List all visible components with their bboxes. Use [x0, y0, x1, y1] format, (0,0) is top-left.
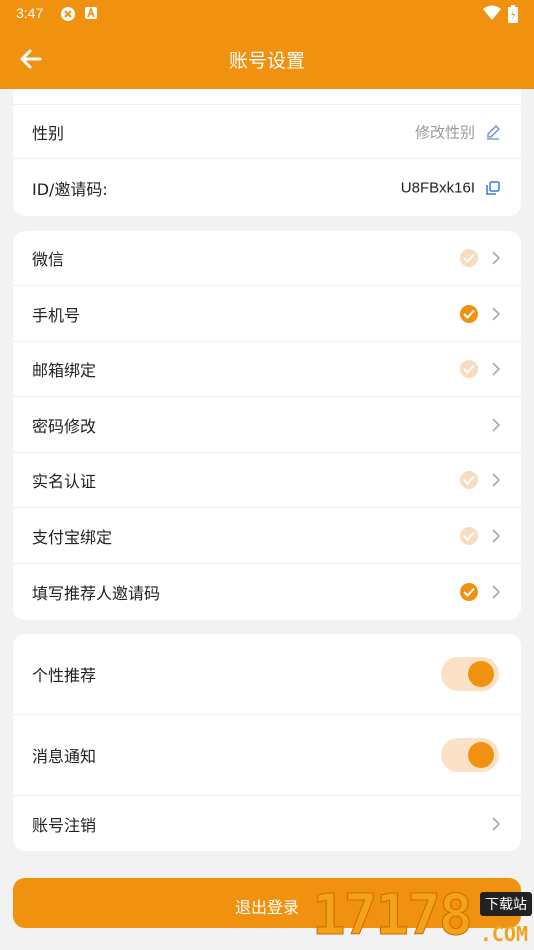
personal-recommend-label: 个性推荐 — [32, 666, 97, 685]
binding-label: 密码修改 — [32, 416, 97, 436]
check-icon — [460, 526, 478, 545]
notifications-toggle[interactable] — [441, 738, 499, 772]
status-time: 3:47 — [16, 5, 44, 21]
notifications-label: 消息通知 — [32, 747, 97, 766]
chevron-right-icon — [492, 816, 501, 831]
check-icon — [460, 304, 478, 323]
app-a-notification-icon — [85, 6, 97, 19]
page-title: 账号设置 — [228, 50, 305, 72]
bindings-card: 微信 手机号 邮箱绑定 密码修改 实名认证 支付宝绑定 填写推荐人邀请码 — [13, 231, 521, 620]
watermark-suffix: .COM — [479, 922, 528, 946]
binding-label: 微信 — [32, 250, 65, 269]
edit-icon[interactable] — [485, 124, 501, 140]
watermark-digits: 17178 — [312, 883, 474, 948]
check-icon — [460, 582, 478, 601]
invite-code-label: ID/邀请码: — [32, 179, 108, 199]
app-notification-icon — [61, 7, 75, 21]
app-header: 3:47 账号设置 — [0, 0, 534, 89]
chevron-right-icon — [492, 584, 501, 599]
personal-recommend-row: 个性推荐 — [13, 634, 521, 715]
check-icon — [460, 360, 478, 378]
wifi-icon — [483, 5, 501, 20]
binding-label: 填写推荐人邀请码 — [32, 583, 161, 603]
copy-icon[interactable] — [485, 180, 501, 196]
invite-code-row: ID/邀请码: U8FBxk16I — [13, 160, 521, 215]
settings-card: 个性推荐 消息通知 账号注销 — [13, 634, 521, 851]
gender-value[interactable]: 修改性别 — [415, 121, 475, 142]
binding-row-email[interactable]: 邮箱绑定 — [13, 342, 521, 397]
chevron-right-icon — [492, 251, 501, 265]
notifications-row: 消息通知 — [13, 715, 521, 796]
battery-icon — [508, 5, 518, 23]
profile-card: 性别 修改性别 ID/邀请码: U8FBxk16I — [13, 89, 521, 216]
toggle-knob — [468, 742, 494, 768]
watermark-tag: 下载站 — [480, 892, 532, 916]
toggle-knob — [468, 661, 494, 687]
cancel-account-label: 账号注销 — [32, 815, 97, 835]
binding-row-wechat[interactable]: 微信 — [13, 231, 521, 286]
binding-row-phone[interactable]: 手机号 — [13, 287, 521, 342]
binding-row-alipay[interactable]: 支付宝绑定 — [13, 509, 521, 564]
chevron-right-icon — [492, 362, 501, 376]
chevron-right-icon — [492, 473, 501, 487]
chevron-right-icon — [492, 417, 501, 432]
binding-label: 手机号 — [32, 305, 81, 325]
check-icon — [460, 249, 478, 267]
invite-code-value: U8FBxk16I — [400, 179, 475, 196]
chevron-right-icon — [492, 528, 501, 543]
binding-label: 实名认证 — [32, 472, 97, 491]
binding-label: 支付宝绑定 — [32, 527, 113, 547]
personal-recommend-toggle[interactable] — [441, 657, 499, 691]
chevron-right-icon — [492, 306, 501, 321]
gender-row[interactable]: 性别 修改性别 — [13, 104, 521, 159]
binding-row-password[interactable]: 密码修改 — [13, 398, 521, 453]
check-icon — [460, 471, 478, 489]
watermark-logo: 17178 下载站 .COM — [312, 883, 534, 950]
cancel-account-row[interactable]: 账号注销 — [13, 796, 521, 851]
gender-label: 性别 — [32, 123, 65, 143]
binding-label: 邮箱绑定 — [32, 361, 97, 380]
binding-row-realname[interactable]: 实名认证 — [13, 453, 521, 508]
binding-row-referrer[interactable]: 填写推荐人邀请码 — [13, 564, 521, 619]
status-bar: 3:47 — [0, 0, 534, 28]
